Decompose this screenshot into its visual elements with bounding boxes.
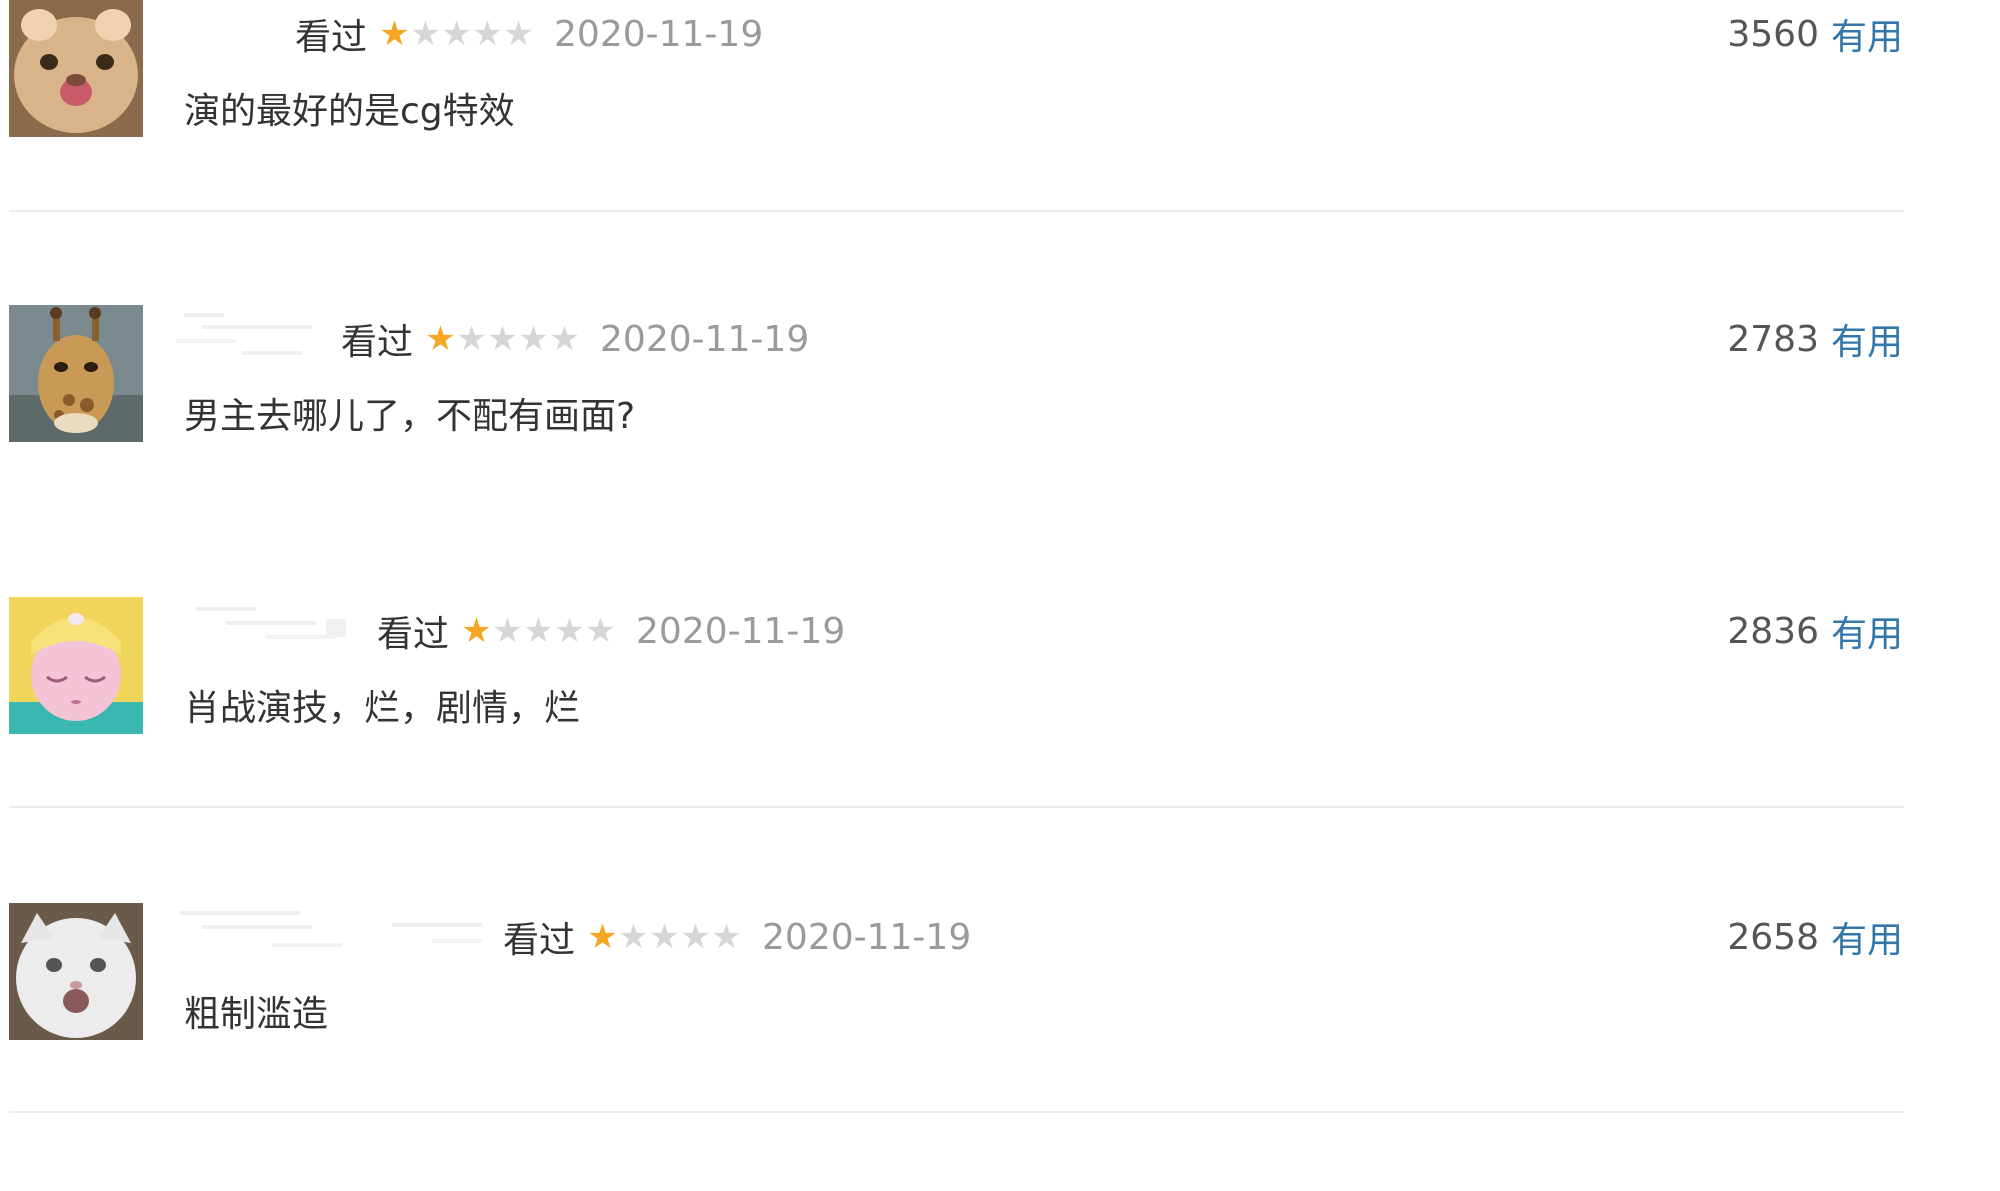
username-redacted xyxy=(172,305,322,365)
star-empty-icon: ★ xyxy=(503,14,534,54)
vote-count: 2836 xyxy=(1727,610,1819,652)
star-filled-icon: ★ xyxy=(587,917,618,957)
review-comment: 粗制滥造 xyxy=(184,994,329,1035)
review-item: 看过 ★ ★ ★ ★ ★ 2020-11-19 2783 有用 男主去哪儿了，不… xyxy=(0,305,2000,465)
star-empty-icon: ★ xyxy=(680,917,711,957)
review-meta: 看过 ★ ★ ★ ★ ★ 2020-11-19 xyxy=(503,911,971,963)
star-empty-icon: ★ xyxy=(487,319,518,359)
star-filled-icon: ★ xyxy=(379,14,410,54)
useful-button[interactable]: 有用 xyxy=(1831,911,1903,963)
white-cat-avatar-icon[interactable] xyxy=(9,903,143,1040)
vote-count: 2658 xyxy=(1727,916,1819,958)
review-date: 2020-11-19 xyxy=(554,13,764,55)
review-comment: 肖战演技，烂，剧情，烂 xyxy=(184,688,581,729)
rating-stars: ★ ★ ★ ★ ★ xyxy=(461,614,616,648)
rating-stars: ★ ★ ★ ★ ★ xyxy=(587,920,742,954)
divider xyxy=(9,806,1904,808)
star-empty-icon: ★ xyxy=(618,917,649,957)
watched-label: 看过 xyxy=(295,17,368,58)
divider xyxy=(9,210,1904,212)
review-meta: 看过 ★ ★ ★ ★ ★ 2020-11-19 xyxy=(341,313,809,365)
review-meta: 看过 ★ ★ ★ ★ ★ 2020-11-19 xyxy=(295,8,763,60)
review-date: 2020-11-19 xyxy=(762,916,972,958)
vote-count: 3560 xyxy=(1727,13,1819,55)
review-date: 2020-11-19 xyxy=(600,318,810,360)
star-empty-icon: ★ xyxy=(441,14,472,54)
star-empty-icon: ★ xyxy=(492,611,523,651)
review-item: 看过 ★ ★ ★ ★ ★ 2020-11-19 2658 有用 粗制滥造 xyxy=(0,903,2000,1063)
watched-label: 看过 xyxy=(341,322,414,363)
useful-button[interactable]: 有用 xyxy=(1831,8,1903,60)
vote-area: 2836 有用 xyxy=(1727,605,1903,657)
watched-label: 看过 xyxy=(503,920,576,961)
star-empty-icon: ★ xyxy=(554,611,585,651)
rating-stars: ★ ★ ★ ★ ★ xyxy=(425,322,580,356)
watched-label: 看过 xyxy=(377,614,450,655)
star-empty-icon: ★ xyxy=(472,14,503,54)
username-redacted xyxy=(172,903,492,963)
anime-girl-avatar-icon[interactable] xyxy=(9,597,143,734)
username-redacted xyxy=(186,597,361,657)
star-empty-icon: ★ xyxy=(410,14,441,54)
review-item: 看过 ★ ★ ★ ★ ★ 2020-11-19 2836 有用 肖战演技，烂，剧… xyxy=(0,597,2000,757)
star-empty-icon: ★ xyxy=(549,319,580,359)
star-empty-icon: ★ xyxy=(711,917,742,957)
star-filled-icon: ★ xyxy=(425,319,456,359)
divider xyxy=(9,1111,1904,1113)
star-empty-icon: ★ xyxy=(649,917,680,957)
giraffe-avatar-icon[interactable] xyxy=(9,305,143,442)
review-comment: 演的最好的是cg特效 xyxy=(184,91,515,132)
cat-avatar-icon[interactable] xyxy=(9,0,143,137)
review-date: 2020-11-19 xyxy=(636,610,846,652)
review-comment: 男主去哪儿了，不配有画面? xyxy=(184,396,636,437)
vote-area: 2783 有用 xyxy=(1727,313,1903,365)
review-item: 看过 ★ ★ ★ ★ ★ 2020-11-19 3560 有用 演的最好的是cg… xyxy=(0,0,2000,160)
star-empty-icon: ★ xyxy=(518,319,549,359)
vote-area: 2658 有用 xyxy=(1727,911,1903,963)
useful-button[interactable]: 有用 xyxy=(1831,605,1903,657)
star-filled-icon: ★ xyxy=(461,611,492,651)
star-empty-icon: ★ xyxy=(456,319,487,359)
useful-button[interactable]: 有用 xyxy=(1831,313,1903,365)
star-empty-icon: ★ xyxy=(585,611,616,651)
vote-area: 3560 有用 xyxy=(1727,8,1903,60)
rating-stars: ★ ★ ★ ★ ★ xyxy=(379,17,534,51)
star-empty-icon: ★ xyxy=(523,611,554,651)
review-meta: 看过 ★ ★ ★ ★ ★ 2020-11-19 xyxy=(377,605,845,657)
vote-count: 2783 xyxy=(1727,318,1819,360)
